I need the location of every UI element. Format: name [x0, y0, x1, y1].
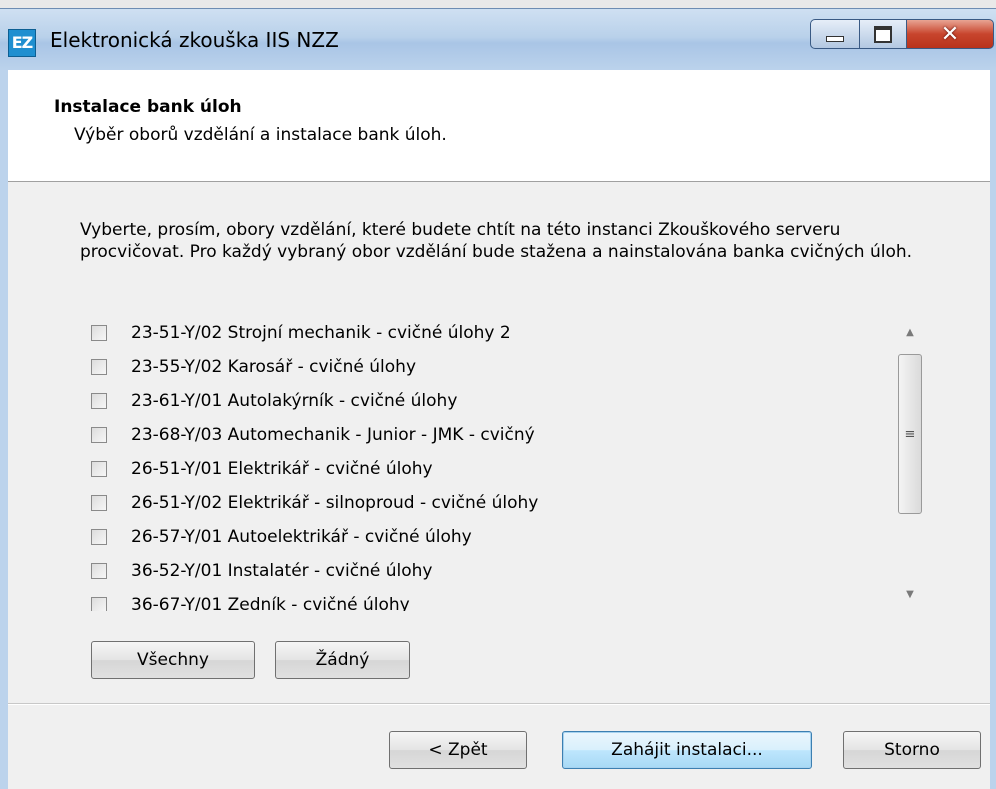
page-subtitle: Výběr oborů vzdělání a instalace bank úl… — [74, 125, 447, 145]
cancel-button[interactable]: Storno — [843, 731, 981, 769]
list-item[interactable]: 23-55-Y/02 Karosář - cvičné úlohy — [85, 350, 416, 383]
list-item[interactable]: 26-51-Y/01 Elektrikář - cvičné úlohy — [85, 452, 433, 485]
window-title: Elektronická zkouška IIS NZZ — [50, 28, 339, 52]
item-checkbox[interactable] — [91, 596, 107, 611]
item-checkbox[interactable] — [91, 494, 107, 511]
list-item[interactable]: 23-61-Y/01 Autolakýrník - cvičné úlohy — [85, 384, 457, 417]
window-frame-left — [0, 70, 8, 789]
wizard-header: Instalace bank úloh Výběr oborů vzdělání… — [8, 70, 990, 182]
scroll-up-icon[interactable]: ▲ — [893, 318, 927, 348]
item-label: 23-55-Y/02 Karosář - cvičné úlohy — [131, 356, 416, 377]
list-item[interactable]: 26-57-Y/01 Autoelektrikář - cvičné úlohy — [85, 520, 472, 553]
item-checkbox[interactable] — [91, 426, 107, 443]
list-item[interactable]: 23-51-Y/02 Strojní mechanik - cvičné úlo… — [85, 316, 511, 349]
list-item[interactable]: 36-52-Y/01 Instalatér - cvičné úlohy — [85, 554, 432, 587]
grip-icon: ≡ — [904, 426, 916, 442]
select-all-button[interactable]: Všechny — [91, 641, 255, 679]
select-none-button[interactable]: Žádný — [275, 641, 410, 679]
item-checkbox[interactable] — [91, 562, 107, 579]
item-checkbox[interactable] — [91, 324, 107, 341]
maximize-button[interactable] — [859, 19, 907, 49]
close-icon: ✕ — [940, 21, 960, 47]
list-item[interactable]: 23-68-Y/03 Automechanik - Junior - JMK -… — [85, 418, 535, 451]
minimize-button[interactable] — [810, 19, 860, 49]
item-label: 26-51-Y/02 Elektrikář - silnoproud - cvi… — [131, 492, 539, 513]
item-label: 26-51-Y/01 Elektrikář - cvičné úlohy — [131, 458, 433, 479]
education-programs-list[interactable]: 23-51-Y/02 Strojní mechanik - cvičné úlo… — [85, 316, 930, 611]
item-label: 23-51-Y/02 Strojní mechanik - cvičné úlo… — [131, 322, 511, 343]
scroll-thumb[interactable]: ≡ — [898, 354, 922, 514]
footer-divider — [8, 703, 990, 705]
minimize-icon — [826, 36, 844, 42]
item-checkbox[interactable] — [91, 358, 107, 375]
item-label: 23-68-Y/03 Automechanik - Junior - JMK -… — [131, 424, 535, 445]
instructions-text: Vyberte, prosím, obory vzdělání, které b… — [80, 220, 913, 262]
scroll-down-icon[interactable]: ▼ — [893, 580, 927, 610]
app-icon: EZ — [8, 29, 36, 57]
list-item[interactable]: 36-67-Y/01 Zedník - cvičné úlohy — [85, 588, 410, 611]
item-checkbox[interactable] — [91, 392, 107, 409]
back-button[interactable]: < Zpět — [389, 731, 527, 769]
window-frame-right — [990, 70, 996, 789]
item-label: 23-61-Y/01 Autolakýrník - cvičné úlohy — [131, 390, 458, 411]
title-bar: EZ Elektronická zkouška IIS NZZ ✕ — [0, 8, 996, 71]
list-item[interactable]: 26-51-Y/02 Elektrikář - silnoproud - cvi… — [85, 486, 538, 519]
item-checkbox[interactable] — [91, 460, 107, 477]
item-label: 26-57-Y/01 Autoelektrikář - cvičné úlohy — [131, 526, 472, 547]
maximize-icon — [874, 25, 892, 43]
item-label: 36-67-Y/01 Zedník - cvičné úlohy — [131, 594, 410, 612]
list-scrollbar[interactable]: ▲ ≡ ▼ — [893, 318, 927, 610]
close-button[interactable]: ✕ — [906, 19, 994, 49]
item-checkbox[interactable] — [91, 528, 107, 545]
page-title: Instalace bank úloh — [54, 97, 242, 117]
item-label: 36-52-Y/01 Instalatér - cvičné úlohy — [131, 560, 433, 581]
start-install-button[interactable]: Zahájit instalaci... — [562, 731, 812, 769]
